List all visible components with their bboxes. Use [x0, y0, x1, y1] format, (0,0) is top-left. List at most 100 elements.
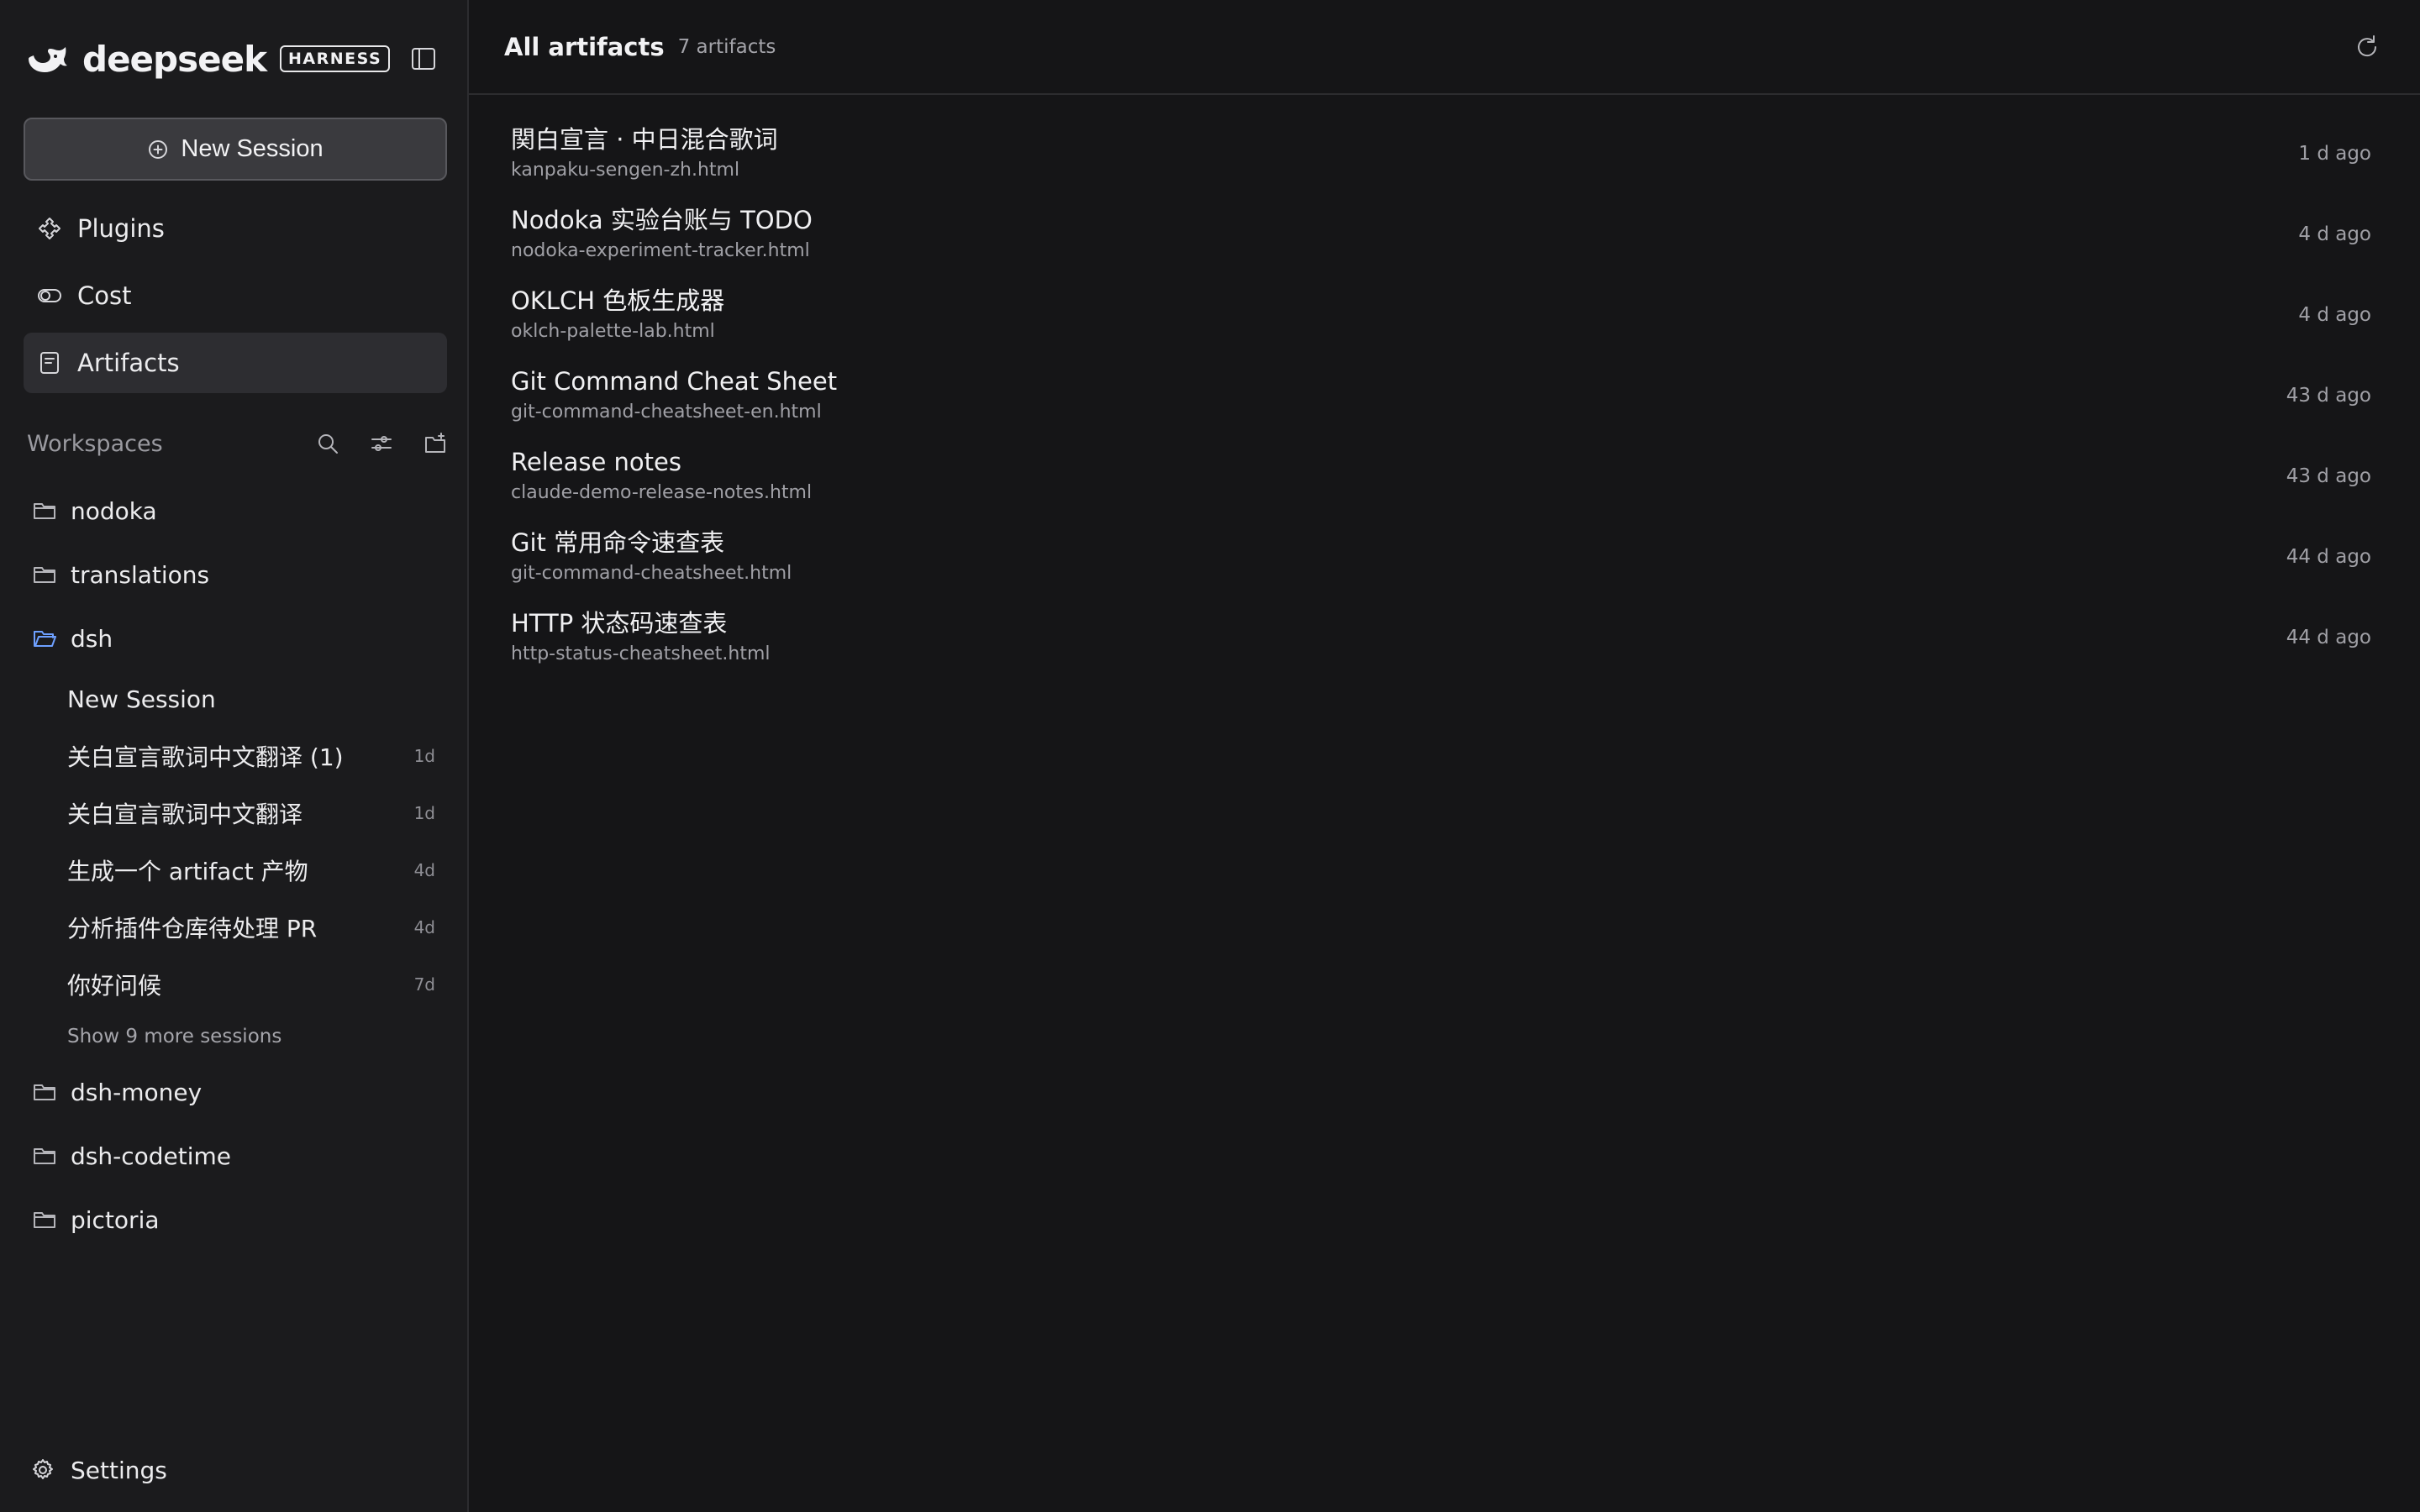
page-title: All artifacts — [504, 32, 665, 61]
filter-sliders-icon[interactable] — [370, 432, 393, 455]
artifact-time: 44 d ago — [2286, 546, 2371, 568]
session-list: New Session 关白宣言歌词中文翻译 (1) 1d 关白宣言歌词中文翻译… — [24, 670, 447, 1060]
artifact-title: Git 常用命令速查表 — [511, 528, 725, 557]
artifact-row[interactable]: Nodoka 实验台账与 TODO nodoka-experiment-trac… — [511, 194, 2371, 275]
artifact-filename: http-status-cheatsheet.html — [511, 643, 771, 664]
artifact-filename: git-command-cheatsheet.html — [511, 563, 792, 584]
workspaces-title: Workspaces — [27, 430, 163, 457]
sidebar: deepseek HARNESS New Session Plugins Cos… — [0, 0, 469, 1512]
artifact-list: 関白宣言 · 中日混合歌词 kanpaku-sengen-zh.html 1 d… — [469, 95, 2420, 678]
artifact-filename: git-command-cheatsheet-en.html — [511, 402, 822, 423]
session-age: 4d — [413, 917, 435, 937]
toggle-icon — [38, 289, 61, 302]
gear-icon — [33, 1459, 53, 1479]
plugin-icon — [39, 218, 60, 239]
session-title: 关白宣言歌词中文翻译 (1) — [67, 743, 344, 771]
workspace-dsh-money[interactable]: dsh-money — [24, 1060, 447, 1124]
artifact-filename: kanpaku-sengen-zh.html — [511, 160, 740, 181]
folder-icon — [34, 567, 55, 583]
sidebar-nav: Plugins Cost Artifacts — [24, 198, 447, 400]
session-age: 1d — [413, 803, 435, 823]
whale-icon — [29, 47, 67, 72]
session-item[interactable]: 关白宣言歌词中文翻译 (1) 1d — [67, 727, 447, 785]
nav-item-artifacts[interactable]: Artifacts — [24, 333, 447, 393]
session-item[interactable]: New Session — [67, 670, 447, 727]
workspace-pictoria[interactable]: pictoria — [24, 1188, 447, 1252]
new-session-label: New Session — [181, 135, 324, 162]
session-age: 4d — [413, 860, 435, 880]
nav-item-label: Artifacts — [77, 349, 180, 377]
artifact-row[interactable]: OKLCH 色板生成器 oklch-palette-lab.html 4 d a… — [511, 275, 2371, 355]
artifact-row[interactable]: Git Command Cheat Sheet git-command-chea… — [511, 355, 2371, 436]
artifact-row[interactable]: HTTP 状态码速查表 http-status-cheatsheet.html … — [511, 597, 2371, 678]
workspace-label: pictoria — [71, 1205, 160, 1234]
settings-label: Settings — [71, 1456, 167, 1484]
session-age: 7d — [413, 974, 435, 995]
nav-item-label: Cost — [77, 281, 132, 310]
session-item[interactable]: 生成一个 artifact 产物 4d — [67, 842, 447, 899]
workspace-label: nodoka — [71, 496, 157, 525]
new-folder-icon[interactable] — [424, 432, 447, 455]
artifact-title: Git Command Cheat Sheet — [511, 367, 838, 396]
brand-header: deepseek HARNESS — [24, 0, 444, 118]
session-age: 1d — [413, 746, 435, 766]
document-icon — [40, 352, 59, 374]
settings-button[interactable]: Settings — [30, 1452, 167, 1488]
artifact-filename: oklch-palette-lab.html — [511, 321, 715, 342]
artifact-row[interactable]: Release notes claude-demo-release-notes.… — [511, 436, 2371, 517]
artifact-title: OKLCH 色板生成器 — [511, 286, 725, 315]
artifact-row[interactable]: Git 常用命令速查表 git-command-cheatsheet.html … — [511, 517, 2371, 597]
artifact-title: Release notes — [511, 448, 681, 476]
search-icon[interactable] — [316, 432, 339, 455]
workspace-dsh-codetime[interactable]: dsh-codetime — [24, 1124, 447, 1188]
sidebar-toggle-icon[interactable] — [410, 45, 437, 72]
artifact-filename: claude-demo-release-notes.html — [511, 482, 813, 503]
session-title: New Session — [67, 685, 216, 713]
workspace-label: dsh-codetime — [71, 1142, 231, 1170]
session-title: 生成一个 artifact 产物 — [67, 858, 308, 885]
artifact-time: 4 d ago — [2298, 223, 2371, 245]
workspaces-header: Workspaces — [27, 427, 447, 460]
app-window: deepseek HARNESS New Session Plugins Cos… — [0, 0, 2420, 1512]
artifact-title: 関白宣言 · 中日混合歌词 — [511, 125, 778, 154]
session-title: 分析插件仓库待处理 PR — [67, 915, 318, 942]
nav-item-label: Plugins — [77, 214, 165, 243]
workspace-label: translations — [71, 560, 210, 589]
main-header: All artifacts 7 artifacts — [469, 0, 2420, 95]
workspace-label: dsh — [71, 624, 113, 653]
workspace-dsh[interactable]: dsh — [24, 606, 447, 670]
brand-badge: HARNESS — [280, 45, 391, 72]
folder-icon — [34, 1084, 55, 1100]
plus-circle-icon — [149, 139, 168, 159]
workspace-nodoka[interactable]: nodoka — [24, 479, 447, 543]
session-item[interactable]: 你好问候 7d — [67, 956, 447, 1013]
nav-item-plugins[interactable]: Plugins — [24, 198, 447, 259]
folder-open-icon — [34, 631, 56, 647]
artifact-time: 4 d ago — [2298, 304, 2371, 326]
workspace-label: dsh-money — [71, 1078, 203, 1106]
artifact-title: Nodoka 实验台账与 TODO — [511, 206, 813, 234]
main-panel: All artifacts 7 artifacts 関白宣言 · 中日混合歌词 … — [469, 0, 2420, 1512]
artifact-filename: nodoka-experiment-tracker.html — [511, 240, 810, 261]
artifact-time: 43 d ago — [2286, 385, 2371, 407]
artifact-row[interactable]: 関白宣言 · 中日混合歌词 kanpaku-sengen-zh.html 1 d… — [511, 113, 2371, 194]
new-session-button[interactable]: New Session — [24, 118, 447, 181]
workspace-list: nodoka translations dsh New Session 关白宣言… — [24, 479, 447, 1252]
show-more-sessions-link[interactable]: Show 9 more sessions — [67, 1013, 447, 1060]
brand-wordmark: deepseek — [82, 38, 267, 80]
session-title: 关白宣言歌词中文翻译 — [67, 801, 303, 828]
folder-icon — [34, 1212, 55, 1228]
workspace-translations[interactable]: translations — [24, 543, 447, 606]
refresh-icon[interactable] — [2353, 33, 2381, 61]
artifact-title: HTTP 状态码速查表 — [511, 609, 728, 638]
folder-icon — [34, 1148, 55, 1164]
artifact-time: 44 d ago — [2286, 627, 2371, 648]
artifact-time: 43 d ago — [2286, 465, 2371, 487]
session-item[interactable]: 分析插件仓库待处理 PR 4d — [67, 899, 447, 956]
folder-icon — [34, 503, 55, 519]
session-item[interactable]: 关白宣言歌词中文翻译 1d — [67, 785, 447, 842]
nav-item-cost[interactable]: Cost — [24, 265, 447, 326]
artifact-time: 1 d ago — [2298, 143, 2371, 165]
session-title: 你好问候 — [67, 972, 162, 1000]
artifact-count: 7 artifacts — [677, 35, 776, 58]
